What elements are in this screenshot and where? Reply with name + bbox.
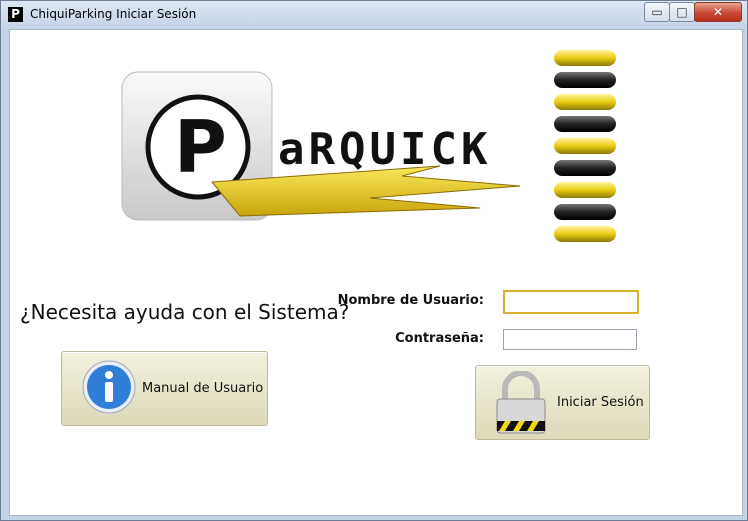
app-icon: P — [8, 7, 23, 22]
padlock-icon — [496, 371, 546, 434]
title-bar[interactable]: P ChiquiParking Iniciar Sesión ▭ □ ✕ — [1, 1, 747, 29]
user-manual-button[interactable]: Manual de Usuario — [61, 351, 268, 426]
close-button[interactable]: ✕ — [694, 2, 742, 22]
info-icon — [82, 360, 136, 414]
maximize-button[interactable]: □ — [669, 2, 695, 22]
password-label: Contraseña: — [395, 331, 484, 346]
login-button[interactable]: Iniciar Sesión — [475, 365, 650, 440]
help-question: ¿Necesita ayuda con el Sistema? — [20, 300, 350, 324]
login-label: Iniciar Sesión — [557, 395, 644, 410]
logo-wordmark: aRQUICK — [278, 124, 491, 175]
username-input[interactable] — [503, 290, 639, 314]
login-window: P ChiquiParking Iniciar Sesión ▭ □ ✕ P a… — [0, 0, 748, 521]
user-manual-label: Manual de Usuario — [142, 381, 264, 396]
minimize-button[interactable]: ▭ — [644, 2, 670, 22]
content-panel: P aRQUICK ¿Necesita ayuda con el Sistema… — [9, 29, 743, 516]
parquick-logo: P aRQUICK — [121, 50, 616, 242]
svg-text:P: P — [174, 105, 227, 189]
username-label: Nombre de Usuario: — [337, 293, 484, 308]
password-input[interactable] — [503, 329, 637, 350]
coil-stack — [554, 50, 616, 242]
window-title: ChiquiParking Iniciar Sesión — [30, 7, 197, 21]
